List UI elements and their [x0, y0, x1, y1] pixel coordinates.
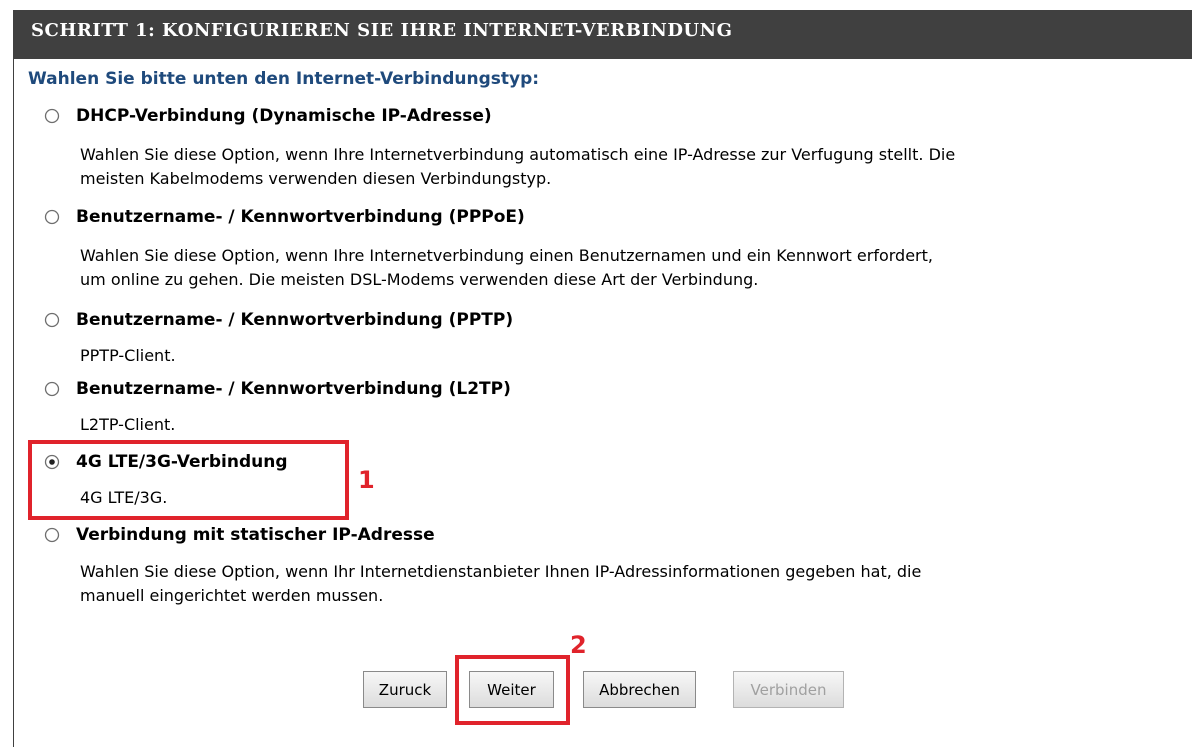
option-static-ip-label: Verbindung mit statischer IP-Adresse — [76, 525, 435, 545]
option-l2tp[interactable]: Benutzername- / Kennwortverbindung (L2TP… — [44, 379, 511, 399]
option-l2tp-label: Benutzername- / Kennwortverbindung (L2TP… — [76, 379, 511, 399]
option-pptp-description: PPTP-Client. — [80, 346, 176, 365]
back-button[interactable]: Zuruck — [363, 671, 447, 708]
radio-dhcp[interactable] — [44, 108, 60, 124]
option-pppoe[interactable]: Benutzername- / Kennwortverbindung (PPPo… — [44, 207, 525, 227]
radio-l2tp[interactable] — [44, 381, 60, 397]
step-header: SCHRITT 1: KONFIGURIEREN SIE IHRE INTERN… — [13, 10, 1192, 59]
option-dhcp-description: Wahlen Sie diese Option, wenn Ihre Inter… — [80, 145, 956, 188]
step-title: SCHRITT 1: KONFIGURIEREN SIE IHRE INTERN… — [31, 20, 733, 41]
annotation-marker-1: 1 — [358, 466, 375, 494]
cancel-button[interactable]: Abbrechen — [583, 671, 696, 708]
connection-type-prompt: Wahlen Sie bitte unten den Internet-Verb… — [28, 69, 540, 89]
annotation-highlight-1 — [28, 440, 349, 520]
next-button[interactable]: Weiter — [469, 671, 554, 708]
option-pppoe-description: Wahlen Sie diese Option, wenn Ihre Inter… — [80, 246, 933, 289]
connect-button: Verbinden — [733, 671, 844, 708]
option-pptp[interactable]: Benutzername- / Kennwortverbindung (PPTP… — [44, 310, 513, 330]
option-static-ip-description: Wahlen Sie diese Option, wenn Ihr Intern… — [80, 562, 922, 605]
panel-border — [13, 59, 14, 747]
option-dhcp-label: DHCP-Verbindung (Dynamische IP-Adresse) — [76, 106, 492, 126]
option-l2tp-description: L2TP-Client. — [80, 415, 176, 434]
setup-wizard-page: SCHRITT 1: KONFIGURIEREN SIE IHRE INTERN… — [0, 0, 1192, 747]
option-dhcp[interactable]: DHCP-Verbindung (Dynamische IP-Adresse) — [44, 106, 492, 126]
radio-pppoe[interactable] — [44, 209, 60, 225]
option-pppoe-label: Benutzername- / Kennwortverbindung (PPPo… — [76, 207, 525, 227]
option-static-ip[interactable]: Verbindung mit statischer IP-Adresse — [44, 525, 435, 545]
radio-static-ip[interactable] — [44, 527, 60, 543]
option-pptp-label: Benutzername- / Kennwortverbindung (PPTP… — [76, 310, 514, 330]
radio-pptp[interactable] — [44, 312, 60, 328]
annotation-marker-2: 2 — [570, 631, 587, 659]
